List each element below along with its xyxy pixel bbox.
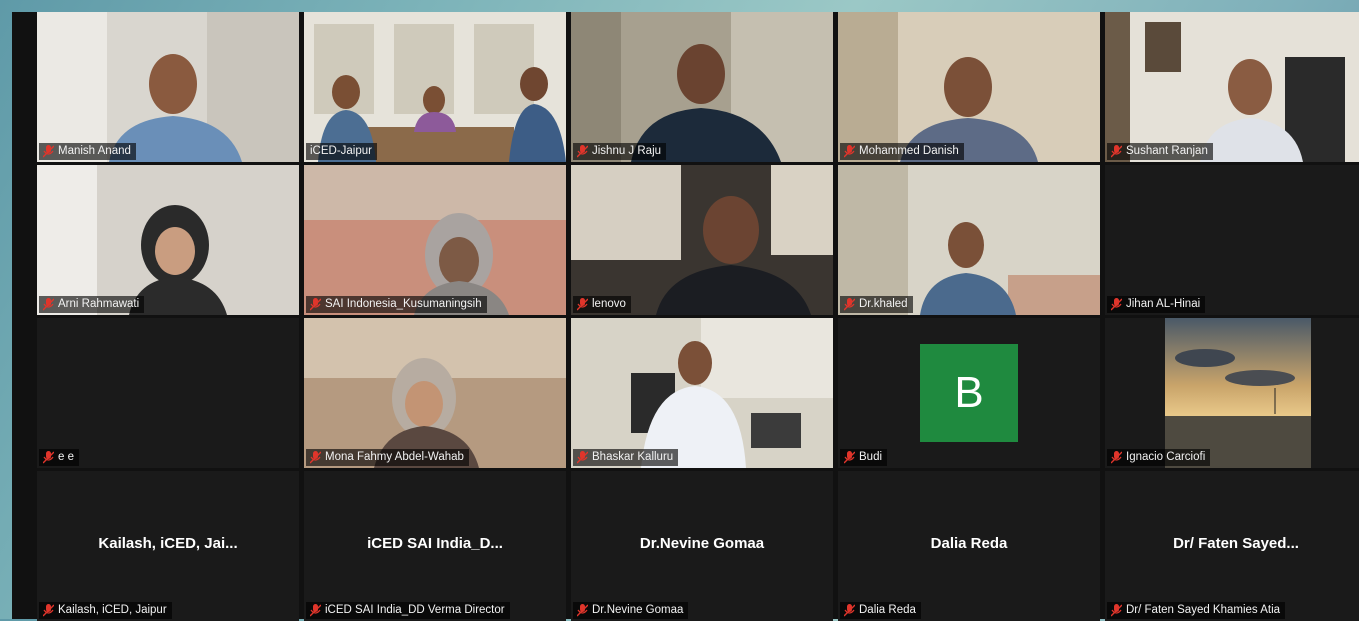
- participant-tile[interactable]: iCED SAI India_D... iCED SAI India_DD Ve…: [304, 471, 566, 621]
- muted-mic-icon: [1111, 145, 1122, 158]
- participant-name: Jihan AL-Hinai: [1126, 298, 1201, 310]
- muted-mic-icon: [1111, 604, 1122, 617]
- participant-name-label: Dalia Reda: [840, 602, 921, 619]
- muted-mic-icon: [43, 145, 54, 158]
- participant-name-label: Sushant Ranjan: [1107, 143, 1213, 160]
- participant-display-title: Dalia Reda: [930, 535, 1008, 552]
- participant-video: [304, 12, 566, 162]
- participant-name: Mohammed Danish: [859, 145, 959, 157]
- participant-name-label: Dr/ Faten Sayed Khamies Atia: [1107, 602, 1286, 619]
- participant-name-label: Mona Fahmy Abdel-Wahab: [306, 449, 469, 466]
- participant-name-label: Dr.Nevine Gomaa: [573, 602, 689, 619]
- muted-mic-icon: [577, 451, 588, 464]
- participant-name: lenovo: [592, 298, 626, 310]
- participant-video: [37, 165, 299, 315]
- participant-name: Budi: [859, 451, 883, 463]
- participant-name-label: Manish Anand: [39, 143, 136, 160]
- participant-display-title: Dr/ Faten Sayed...: [1173, 535, 1299, 552]
- participant-name: Dr/ Faten Sayed Khamies Atia: [1126, 604, 1281, 616]
- participant-name-label: Budi: [840, 449, 888, 466]
- video-conference-screen: Manish Anand iCED-Jaipur Jishnu J Raju M…: [0, 0, 1359, 621]
- participant-video: [37, 12, 299, 162]
- muted-mic-icon: [577, 298, 588, 311]
- participant-tile[interactable]: Dr.khaled: [838, 165, 1100, 315]
- participant-tile-active-speaker[interactable]: iCED-Jaipur: [304, 12, 566, 162]
- muted-mic-icon: [43, 604, 54, 617]
- participant-name-label: e e: [39, 449, 79, 466]
- participant-name: Kailash, iCED, Jaipur: [58, 604, 167, 616]
- participant-name: iCED SAI India_DD Verma Director: [325, 604, 505, 616]
- participant-tile[interactable]: Ignacio Carciofi: [1105, 318, 1359, 468]
- participant-name: Bhaskar Kalluru: [592, 451, 674, 463]
- participant-name-label: Mohammed Danish: [840, 143, 964, 160]
- muted-mic-icon: [1111, 298, 1122, 311]
- participant-name: SAI Indonesia_Kusumaningsih: [325, 298, 482, 310]
- participant-tile[interactable]: lenovo: [571, 165, 833, 315]
- muted-mic-icon: [577, 604, 588, 617]
- participant-tile[interactable]: Manish Anand: [37, 12, 299, 162]
- participant-tile[interactable]: Bhaskar Kalluru: [571, 318, 833, 468]
- participant-name: Ignacio Carciofi: [1126, 451, 1206, 463]
- participant-display-title: iCED SAI India_D...: [367, 535, 503, 552]
- participant-name-label: Ignacio Carciofi: [1107, 449, 1211, 466]
- avatar: B: [920, 344, 1018, 442]
- participant-name: Mona Fahmy Abdel-Wahab: [325, 451, 464, 463]
- participant-tile[interactable]: Kailash, iCED, Jai... Kailash, iCED, Jai…: [37, 471, 299, 621]
- participant-display-title: Kailash, iCED, Jai...: [98, 535, 238, 552]
- participant-name-label: Bhaskar Kalluru: [573, 449, 679, 466]
- participant-name-label: iCED SAI India_DD Verma Director: [306, 602, 510, 619]
- muted-mic-icon: [43, 451, 54, 464]
- muted-mic-icon: [844, 451, 855, 464]
- muted-mic-icon: [844, 604, 855, 617]
- participant-name: Dalia Reda: [859, 604, 916, 616]
- participant-name: Sushant Ranjan: [1126, 145, 1208, 157]
- participant-tile[interactable]: Jihan AL-Hinai: [1105, 165, 1359, 315]
- participant-name-label: SAI Indonesia_Kusumaningsih: [306, 296, 487, 313]
- participant-video: [571, 318, 833, 468]
- muted-mic-icon: [844, 145, 855, 158]
- participant-name: Manish Anand: [58, 145, 131, 157]
- participant-name-label: Arni Rahmawati: [39, 296, 145, 313]
- participant-tile[interactable]: Sushant Ranjan: [1105, 12, 1359, 162]
- participant-name: Dr.Nevine Gomaa: [592, 604, 684, 616]
- muted-mic-icon: [577, 145, 588, 158]
- muted-mic-icon: [310, 451, 321, 464]
- participant-name: Jishnu J Raju: [592, 145, 662, 157]
- muted-mic-icon: [1111, 451, 1122, 464]
- participant-video: [1105, 12, 1359, 162]
- participant-tile[interactable]: Dalia Reda Dalia Reda: [838, 471, 1100, 621]
- participant-name-label: Jishnu J Raju: [573, 143, 667, 160]
- participant-name-label: Kailash, iCED, Jaipur: [39, 602, 172, 619]
- muted-mic-icon: [310, 298, 321, 311]
- participant-gallery: Manish Anand iCED-Jaipur Jishnu J Raju M…: [12, 12, 1359, 621]
- muted-mic-icon: [844, 298, 855, 311]
- participant-video: [571, 165, 833, 315]
- participant-video: [304, 318, 566, 468]
- participant-video: [571, 12, 833, 162]
- participant-name: Dr.khaled: [859, 298, 908, 310]
- participant-name-label: lenovo: [573, 296, 631, 313]
- participant-name: e e: [58, 451, 74, 463]
- participant-tile[interactable]: Dr/ Faten Sayed... Dr/ Faten Sayed Khami…: [1105, 471, 1359, 621]
- participant-video: [838, 12, 1100, 162]
- participant-display-title: Dr.Nevine Gomaa: [639, 535, 765, 552]
- participant-profile-photo: [1165, 318, 1311, 468]
- participant-name-label: iCED-Jaipur: [306, 143, 377, 160]
- participant-tile[interactable]: B Budi: [838, 318, 1100, 468]
- participant-name: Arni Rahmawati: [58, 298, 140, 310]
- participant-name-label: Jihan AL-Hinai: [1107, 296, 1206, 313]
- participant-tile[interactable]: Jishnu J Raju: [571, 12, 833, 162]
- participant-tile[interactable]: Arni Rahmawati: [37, 165, 299, 315]
- participant-tile[interactable]: Mona Fahmy Abdel-Wahab: [304, 318, 566, 468]
- participant-video: [304, 165, 566, 315]
- participant-video: [838, 165, 1100, 315]
- participant-name-label: Dr.khaled: [840, 296, 913, 313]
- participant-name: iCED-Jaipur: [310, 145, 372, 157]
- participant-tile[interactable]: Dr.Nevine Gomaa Dr.Nevine Gomaa: [571, 471, 833, 621]
- muted-mic-icon: [310, 604, 321, 617]
- participant-tile[interactable]: SAI Indonesia_Kusumaningsih: [304, 165, 566, 315]
- participant-tile[interactable]: e e: [37, 318, 299, 468]
- participant-tile[interactable]: Mohammed Danish: [838, 12, 1100, 162]
- muted-mic-icon: [43, 298, 54, 311]
